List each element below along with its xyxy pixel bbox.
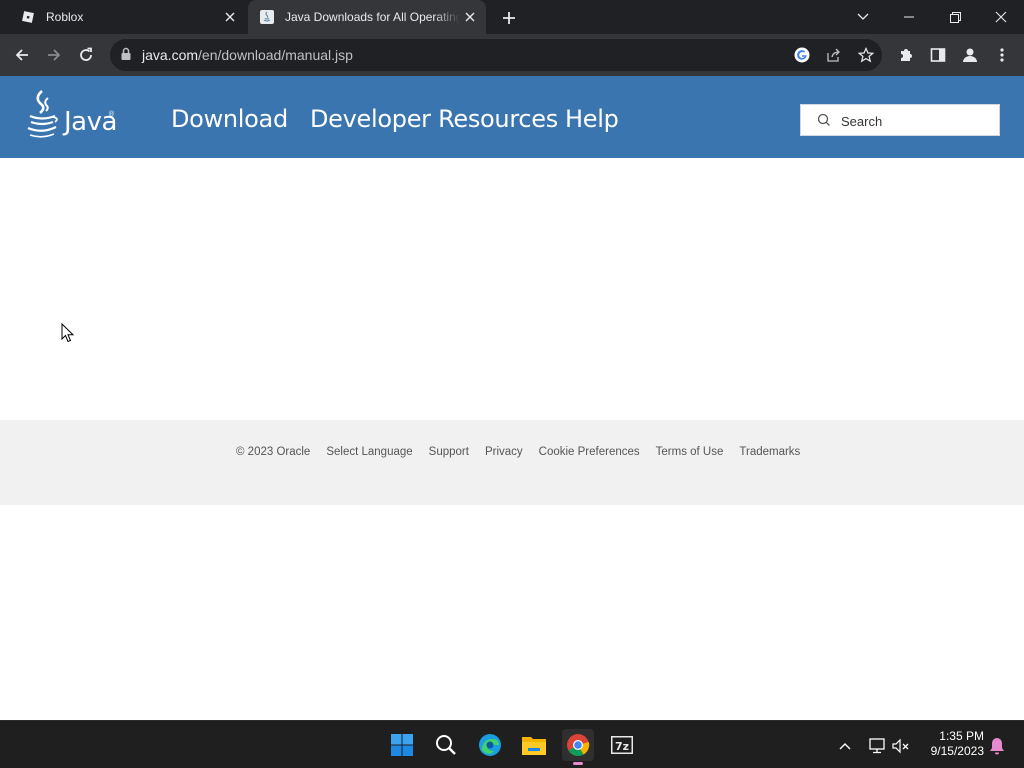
svg-text:7z: 7z [615,740,629,753]
share-icon [827,48,840,62]
footer-link-support[interactable]: Support [429,446,469,458]
extensions-button[interactable] [894,43,918,67]
folder-icon [522,737,546,755]
side-panel-button[interactable] [926,43,950,67]
menu-button[interactable] [990,43,1014,67]
puzzle-icon [901,49,912,61]
show-hidden-icons-button[interactable] [834,735,856,757]
search-input[interactable] [841,112,991,130]
close-icon [995,11,1007,23]
tab-search-button[interactable] [840,0,886,34]
url-host: java.com [142,47,199,63]
edge-icon [479,734,501,756]
arrow-right-icon [48,49,61,61]
taskbar-clock[interactable]: 1:35 PM 9/15/2023 [918,729,984,759]
avatar-icon [963,48,977,62]
roblox-icon [22,11,34,23]
back-button[interactable] [10,43,34,67]
close-tab-icon[interactable] [460,7,480,27]
restore-button[interactable] [932,0,978,34]
lock-icon[interactable] [120,47,132,61]
taskbar-search-button[interactable] [430,729,462,761]
plus-icon [503,12,515,24]
google-lens-button[interactable] [790,43,814,67]
footer-link-select-language[interactable]: Select Language [326,446,412,458]
tab-java-downloads[interactable]: Java Downloads for All Operating Systems [248,0,486,34]
google-icon [794,47,810,63]
new-tab-button[interactable] [498,7,520,29]
profile-button[interactable] [958,43,982,67]
clock-date: 9/15/2023 [930,744,984,758]
tab-title: Java Downloads for All Operating Systems [285,10,460,24]
taskbar-chrome[interactable] [562,729,594,765]
taskbar: 7z 1:35 PM 9/15/2023 [0,720,1024,768]
tab-roblox[interactable]: Roblox [0,0,246,34]
kebab-menu-icon [1000,48,1004,62]
logo-trademark: ® [109,111,115,118]
tab-title: Roblox [46,10,84,24]
7zip-icon: 7z [611,736,633,754]
search-icon [436,735,456,755]
browser-toolbar: java.com/en/download/manual.jsp [0,34,1024,76]
active-indicator [573,762,583,765]
volume-muted-icon [892,738,909,754]
bookmark-button[interactable] [854,43,878,67]
windows-icon [391,734,413,756]
java-icon [260,10,274,24]
nav-developer-resources[interactable]: Developer Resources [310,105,558,133]
url-path: /en/download/manual.jsp [198,47,353,63]
close-tab-icon[interactable] [220,7,240,27]
chevron-down-icon [857,13,869,20]
minimize-icon [904,16,914,18]
site-header: Java ® Download Developer Resources Help [0,76,1024,158]
clock-time: 1:35 PM [939,729,984,743]
main-content [0,158,1024,420]
footer-links: © 2023 Oracle Select Language Support Pr… [236,446,800,458]
volume-button[interactable] [890,735,912,757]
site-footer: © 2023 Oracle Select Language Support Pr… [0,420,1024,505]
search-icon [817,113,830,126]
star-icon [858,47,874,63]
reload-icon [80,47,92,61]
start-button[interactable] [386,729,418,761]
footer-link-trademarks[interactable]: Trademarks [739,446,800,458]
share-button[interactable] [822,43,846,67]
footer-copyright: © 2023 Oracle [236,446,311,458]
taskbar-7zip[interactable]: 7z [606,729,638,761]
nav-download[interactable]: Download [171,105,288,133]
footer-link-privacy[interactable]: Privacy [485,446,523,458]
chevron-up-icon [839,743,851,750]
footer-link-terms-of-use[interactable]: Terms of Use [656,446,724,458]
site-search-box[interactable] [800,104,1000,136]
network-button[interactable] [866,735,888,757]
notifications-button[interactable] [986,735,1008,757]
forward-button[interactable] [42,43,66,67]
taskbar-edge[interactable] [474,729,506,761]
reload-button[interactable] [74,43,98,67]
side-panel-icon [930,48,946,62]
mouse-cursor-icon [61,323,75,343]
chrome-icon [567,734,590,756]
browser-tab-bar: Roblox Java Downloads for All Operating … [0,0,1024,34]
restore-icon [949,11,961,23]
footer-link-cookie-preferences[interactable]: Cookie Preferences [539,446,640,458]
minimize-button[interactable] [886,0,932,34]
network-icon [869,738,885,754]
address-bar[interactable]: java.com/en/download/manual.jsp [110,39,882,71]
close-window-button[interactable] [978,0,1024,34]
nav-help[interactable]: Help [565,105,619,133]
arrow-left-icon [15,49,28,61]
taskbar-file-explorer[interactable] [518,729,550,761]
url-text: java.com/en/download/manual.jsp [142,47,353,63]
bell-icon [990,738,1004,755]
